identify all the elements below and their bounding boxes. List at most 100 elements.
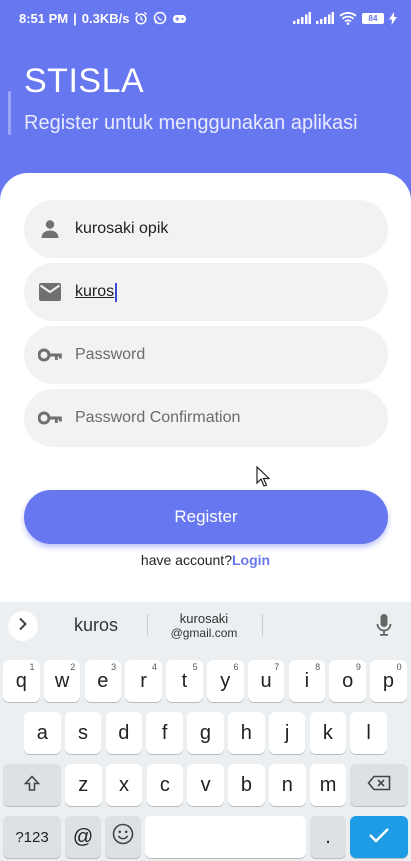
name-field[interactable]: kurosaki opik bbox=[24, 200, 388, 258]
key-g[interactable]: g bbox=[187, 712, 224, 754]
key-e[interactable]: 3e bbox=[84, 660, 122, 702]
suggestion-2[interactable]: kurosaki @gmail.com bbox=[148, 602, 260, 648]
symbols-label: ?123 bbox=[15, 828, 49, 846]
signal-icon bbox=[293, 12, 311, 24]
login-link[interactable]: Login bbox=[232, 552, 270, 568]
key-label: o bbox=[342, 669, 354, 692]
at-label: @ bbox=[72, 825, 94, 848]
register-button[interactable]: Register bbox=[24, 490, 388, 544]
status-bar: 8:51 PM | 0.3KB/s 84 bbox=[0, 0, 411, 36]
key-u[interactable]: 7u bbox=[247, 660, 285, 702]
key-h[interactable]: h bbox=[228, 712, 265, 754]
app-subtitle: Register untuk menggunakan aplikasi bbox=[24, 112, 358, 134]
key-x[interactable]: x bbox=[105, 764, 143, 806]
key-hint: 9 bbox=[355, 662, 361, 672]
key-hint: 6 bbox=[233, 662, 239, 672]
key-b[interactable]: b bbox=[228, 764, 265, 806]
wifi-icon bbox=[339, 11, 357, 25]
key-o[interactable]: 9o bbox=[329, 660, 366, 702]
key-r[interactable]: 4r bbox=[125, 660, 162, 702]
alarm-icon bbox=[134, 11, 148, 25]
key-p[interactable]: 0p bbox=[370, 660, 407, 702]
key-hint: 7 bbox=[274, 662, 280, 672]
suggestion-1[interactable]: kuros bbox=[48, 602, 144, 648]
key-label: b bbox=[240, 773, 252, 796]
key-label: r bbox=[140, 669, 147, 692]
suggestion-divider bbox=[262, 614, 263, 636]
status-separator: | bbox=[73, 10, 77, 26]
key-hint: 5 bbox=[192, 662, 198, 672]
key-a[interactable]: a bbox=[24, 712, 61, 754]
password-confirmation-placeholder: Password Confirmation bbox=[75, 409, 241, 426]
shift-arrow-icon bbox=[23, 774, 41, 797]
key-y[interactable]: 6y bbox=[207, 660, 244, 702]
chevron-right-icon bbox=[18, 617, 28, 636]
app-title: STISLA bbox=[24, 62, 145, 100]
network-speed: 0.3KB/s bbox=[81, 10, 130, 26]
key-label: c bbox=[159, 773, 170, 796]
key-label: i bbox=[304, 669, 310, 692]
suggestion-2-line1: kurosaki bbox=[179, 610, 229, 626]
key-label: z bbox=[78, 773, 89, 796]
name-value: kurosaki opik bbox=[75, 220, 169, 237]
key-d[interactable]: d bbox=[105, 712, 143, 754]
status-left: 8:51 PM | 0.3KB/s bbox=[19, 11, 187, 26]
suggestion-2-line2: @gmail.com bbox=[170, 625, 238, 640]
key-label: e bbox=[97, 669, 109, 692]
key-n[interactable]: n bbox=[269, 764, 306, 806]
key-hint: 4 bbox=[151, 662, 157, 672]
email-value: kuros bbox=[75, 283, 115, 300]
key-hint: 0 bbox=[396, 662, 402, 672]
key-hint: 1 bbox=[29, 662, 35, 672]
key-label: f bbox=[161, 721, 168, 744]
key-label: m bbox=[319, 773, 337, 796]
password-confirmation-field[interactable]: Password Confirmation bbox=[24, 389, 388, 447]
key-label: q bbox=[15, 669, 27, 692]
text-caret bbox=[115, 282, 118, 302]
shift-key[interactable] bbox=[3, 764, 61, 806]
microphone-icon[interactable] bbox=[376, 613, 392, 642]
key-m[interactable]: m bbox=[309, 764, 347, 806]
symbols-key[interactable]: ?123 bbox=[3, 816, 61, 858]
key-hint: 3 bbox=[111, 662, 117, 672]
emoji-key[interactable] bbox=[105, 816, 141, 858]
status-time: 8:51 PM bbox=[19, 10, 69, 26]
backspace-key[interactable] bbox=[350, 764, 408, 806]
email-icon bbox=[38, 280, 62, 304]
expand-toolbar-button[interactable] bbox=[8, 611, 38, 641]
signal-icon bbox=[316, 12, 334, 24]
key-label: w bbox=[54, 669, 70, 692]
period-key[interactable]: . bbox=[310, 816, 346, 858]
key-icon bbox=[38, 406, 62, 430]
key-k[interactable]: k bbox=[309, 712, 347, 754]
key-label: u bbox=[260, 669, 272, 692]
key-label: d bbox=[118, 721, 130, 744]
key-l[interactable]: l bbox=[350, 712, 387, 754]
key-v[interactable]: v bbox=[187, 764, 224, 806]
key-i[interactable]: 8i bbox=[288, 660, 326, 702]
key-s[interactable]: s bbox=[64, 712, 102, 754]
status-right: 84 bbox=[293, 11, 397, 25]
have-account-text: have account? bbox=[140, 552, 232, 568]
checkmark-icon bbox=[368, 826, 390, 849]
at-key[interactable]: @ bbox=[65, 816, 101, 858]
backspace-icon bbox=[367, 774, 391, 797]
password-field[interactable]: Password bbox=[24, 326, 388, 384]
suggestion-bar: kuros kurosaki @gmail.com bbox=[0, 602, 411, 648]
key-c[interactable]: c bbox=[146, 764, 184, 806]
register-card: kurosaki opik kuros Password Password Co… bbox=[0, 173, 411, 603]
key-label: j bbox=[284, 721, 290, 744]
space-key[interactable] bbox=[145, 816, 306, 858]
key-t[interactable]: 5t bbox=[166, 660, 203, 702]
email-field[interactable]: kuros bbox=[24, 263, 388, 321]
key-label: l bbox=[366, 721, 371, 744]
login-prompt: have account?Login bbox=[0, 552, 411, 568]
key-hint: 8 bbox=[315, 662, 321, 672]
key-j[interactable]: j bbox=[268, 712, 306, 754]
key-z[interactable]: z bbox=[65, 764, 102, 806]
key-w[interactable]: 2w bbox=[43, 660, 81, 702]
enter-key[interactable] bbox=[350, 816, 408, 858]
mouse-pointer-icon bbox=[256, 465, 271, 492]
key-q[interactable]: 1q bbox=[3, 660, 40, 702]
key-f[interactable]: f bbox=[146, 712, 183, 754]
